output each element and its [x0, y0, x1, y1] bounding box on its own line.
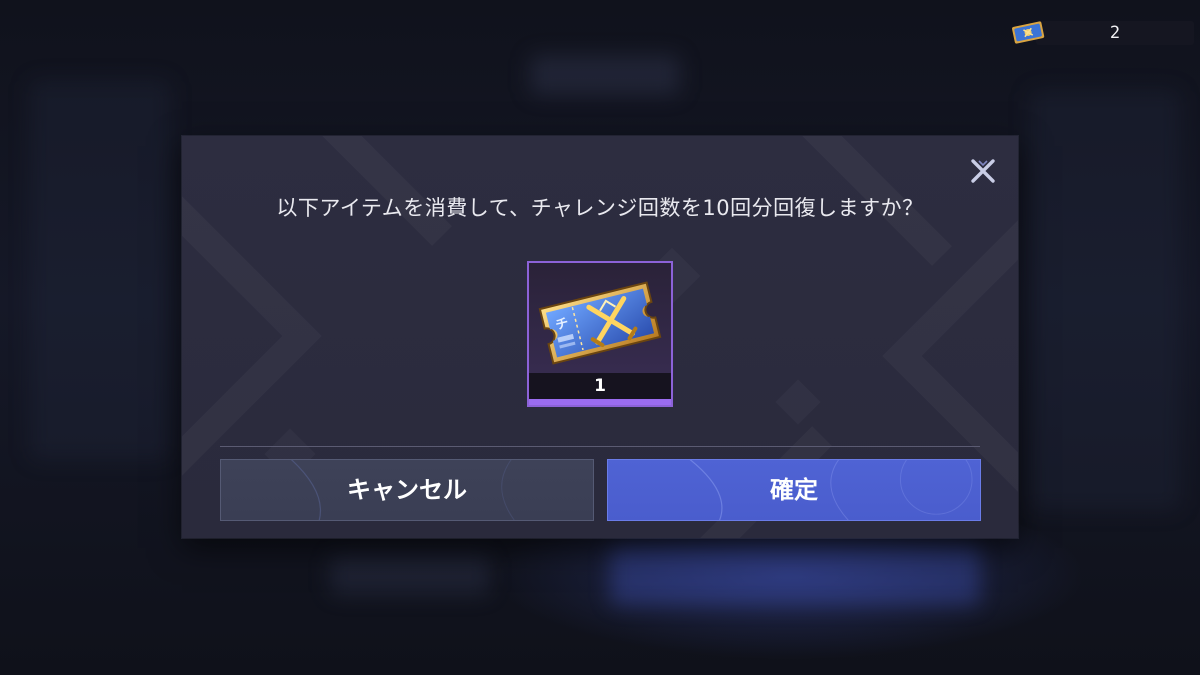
- item-quantity: 1: [594, 376, 606, 396]
- dialog-message: 以下アイテムを消費して、チャレンジ回数を10回分回復しますか？: [276, 196, 924, 220]
- confirm-button-label: 確定: [770, 475, 818, 504]
- confirm-dialog: 以下アイテムを消費して、チャレンジ回数を10回分回復しますか？ チ 1 キャンセ…: [182, 136, 1018, 538]
- ticket-count: 2: [1109, 23, 1121, 43]
- confirm-button[interactable]: 確定: [607, 459, 981, 521]
- close-icon[interactable]: [968, 156, 998, 186]
- rarity-strip: [529, 399, 671, 405]
- cancel-button-label: キャンセル: [347, 475, 467, 504]
- item-quantity-bar: 1: [529, 373, 671, 399]
- challenge-ticket-icon: チ: [538, 281, 662, 365]
- divider: [220, 446, 980, 447]
- background-panel: [1030, 90, 1180, 510]
- background-panel: [610, 545, 980, 605]
- background-panel: [330, 555, 490, 595]
- background-panel: [30, 80, 170, 460]
- background-panel: [530, 55, 680, 95]
- item-slot[interactable]: チ 1: [527, 261, 673, 407]
- game-screen: 2 以下アイテムを消費して、チャレンジ回数を10回分回復しますか？ チ 1 キャ…: [0, 0, 1200, 675]
- ticket-counter: 2: [1010, 18, 1194, 48]
- cancel-button[interactable]: キャンセル: [220, 459, 594, 521]
